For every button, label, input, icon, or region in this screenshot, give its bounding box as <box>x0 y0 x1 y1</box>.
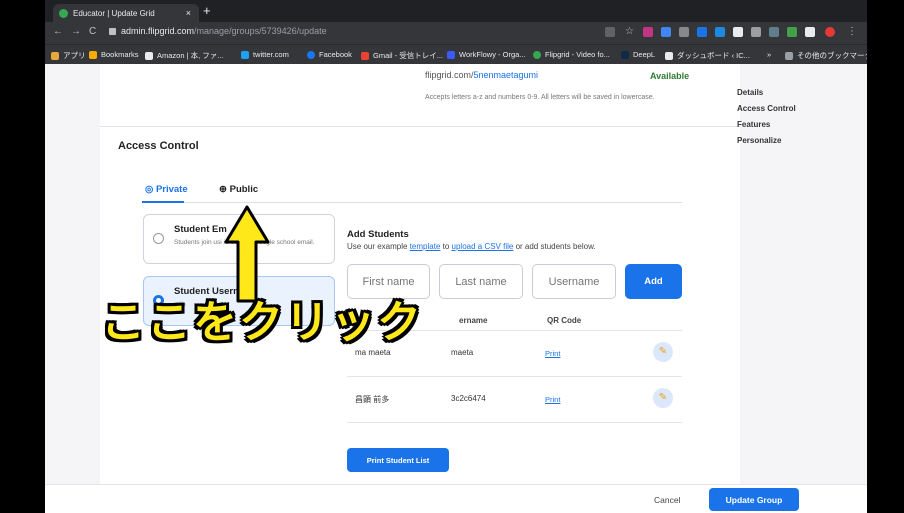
browser-window: Educator | Update Grid × + ← → C admin.f… <box>45 0 867 513</box>
amazon-icon <box>145 51 153 60</box>
access-control-heading: Access Control <box>118 140 199 152</box>
forward-icon[interactable]: → <box>71 26 81 37</box>
table-row-divider <box>347 376 682 377</box>
last-name-input[interactable] <box>439 264 523 299</box>
facebook-icon <box>307 50 315 59</box>
extension-icon[interactable] <box>751 27 761 37</box>
add-students-heading: Add Students <box>347 229 409 240</box>
bookmark-workflowy[interactable]: WorkFlowy - Orga... <box>447 50 526 59</box>
reload-icon[interactable]: C <box>89 26 96 37</box>
extension-icon[interactable] <box>715 27 725 37</box>
dashboard-icon <box>665 51 673 60</box>
url-host: admin.flipgrid.com <box>121 26 195 36</box>
template-link[interactable]: template <box>410 242 441 251</box>
bookmark-facebook[interactable]: Facebook <box>307 50 352 59</box>
tabs-divider <box>142 202 682 203</box>
apps-icon <box>51 51 59 60</box>
url-field[interactable]: admin.flipgrid.com/manage/groups/5739426… <box>109 26 327 36</box>
back-icon[interactable]: ← <box>53 26 63 37</box>
extension-icon[interactable] <box>679 27 689 37</box>
tab-title: Educator | Update Grid <box>73 8 155 18</box>
gmail-icon <box>361 51 369 60</box>
lock-icon <box>109 28 116 35</box>
new-tab-button[interactable]: + <box>203 3 211 18</box>
sidebar-item-features[interactable]: Features <box>737 120 770 129</box>
extension-icon[interactable] <box>643 27 653 37</box>
extension-icon[interactable] <box>697 27 707 37</box>
active-tab-indicator <box>142 201 184 203</box>
flipgrid-favicon-icon <box>59 8 68 18</box>
student-username: maeta <box>451 348 474 357</box>
menu-icon[interactable]: ⋮ <box>847 26 857 37</box>
option-title: Student Em <box>174 224 227 235</box>
sidebar-item-details[interactable]: Details <box>737 88 763 97</box>
extension-icon[interactable] <box>787 27 797 37</box>
print-student-list-button[interactable]: Print Student List <box>347 448 449 472</box>
browser-tab[interactable]: Educator | Update Grid × <box>53 4 199 22</box>
bookmark-flipgrid[interactable]: Flipgrid - Video fo... <box>533 50 610 59</box>
footer-bar: Cancel Update Group <box>45 484 867 513</box>
workflowy-icon <box>447 50 455 59</box>
student-username: 3c2c6474 <box>451 394 486 403</box>
extension-icon[interactable] <box>733 27 743 37</box>
tab-public[interactable]: ⊕ Public <box>219 184 258 195</box>
star-icon[interactable]: ☆ <box>625 26 634 37</box>
translate-icon[interactable] <box>605 27 615 37</box>
availability-status: Available <box>650 71 690 81</box>
bookmark-apps[interactable]: アプリ <box>51 50 86 61</box>
puzzle-icon[interactable] <box>805 27 815 37</box>
profile-avatar[interactable] <box>825 27 835 37</box>
username-input[interactable] <box>532 264 616 299</box>
print-qr-link[interactable]: Print <box>545 349 560 358</box>
globe-icon: ⊕ <box>219 184 230 195</box>
divider <box>100 126 740 127</box>
bookmark-amazon[interactable]: Amazon | 本, ファ... <box>145 50 224 61</box>
print-qr-link[interactable]: Print <box>545 395 560 404</box>
sidebar-item-access-control[interactable]: Access Control <box>737 104 796 113</box>
edit-pencil-icon[interactable]: ✎ <box>653 388 673 408</box>
student-name: 昌顕 前多 <box>355 395 390 404</box>
bookmark-twitter[interactable]: twitter.com <box>241 50 289 59</box>
bookmark-deepl[interactable]: DeepL <box>621 50 655 59</box>
tab-bar: Educator | Update Grid × + <box>45 0 867 22</box>
bookmark-dashboard[interactable]: ダッシュボード ‹ IC... <box>665 50 750 61</box>
twitter-icon <box>241 50 249 59</box>
lock-icon: ◎ <box>145 184 156 195</box>
bookmarks-overflow-button[interactable]: » <box>767 50 771 59</box>
column-header-qr-code: QR Code <box>547 316 582 325</box>
bookmarks-bar: アプリ Bookmarks Amazon | 本, ファ... twitter.… <box>45 44 867 64</box>
extension-icon[interactable] <box>769 27 779 37</box>
sidebar-item-personalize[interactable]: Personalize <box>737 136 781 145</box>
bookmark-bookmarks[interactable]: Bookmarks <box>89 50 139 59</box>
radio-student-email[interactable] <box>153 233 164 244</box>
tab-private[interactable]: ◎ Private <box>145 184 188 195</box>
bookmark-other[interactable]: その他のブックマーク <box>785 50 867 61</box>
add-student-button[interactable]: Add <box>625 264 682 299</box>
url-path: /manage/groups/5739426/update <box>194 26 327 36</box>
handle-name: 5nenmaetagumi <box>473 70 539 80</box>
star-icon <box>89 50 97 59</box>
column-header-username: ername <box>459 316 488 325</box>
close-tab-icon[interactable]: × <box>186 8 191 18</box>
bookmark-gmail[interactable]: Gmail - 受信トレイ... <box>361 50 443 61</box>
folder-icon <box>785 51 793 60</box>
click-here-caption: ここをクリック <box>101 297 423 348</box>
extension-icon[interactable] <box>661 27 671 37</box>
flipgrid-icon <box>533 50 541 59</box>
cancel-button[interactable]: Cancel <box>654 495 680 505</box>
add-students-instructions: Use our example template to upload a CSV… <box>347 242 596 251</box>
handle-hint: Accepts letters a-z and numbers 0-9. All… <box>425 94 655 101</box>
grid-handle: flipgrid.com/5nenmaetagumi <box>425 70 539 80</box>
table-row-divider <box>347 422 682 423</box>
deepl-icon <box>621 50 629 59</box>
edit-pencil-icon[interactable]: ✎ <box>653 342 673 362</box>
update-group-button[interactable]: Update Group <box>709 488 799 511</box>
upload-csv-link[interactable]: upload a CSV file <box>452 242 514 251</box>
address-bar: ← → C admin.flipgrid.com/manage/groups/5… <box>45 22 867 44</box>
